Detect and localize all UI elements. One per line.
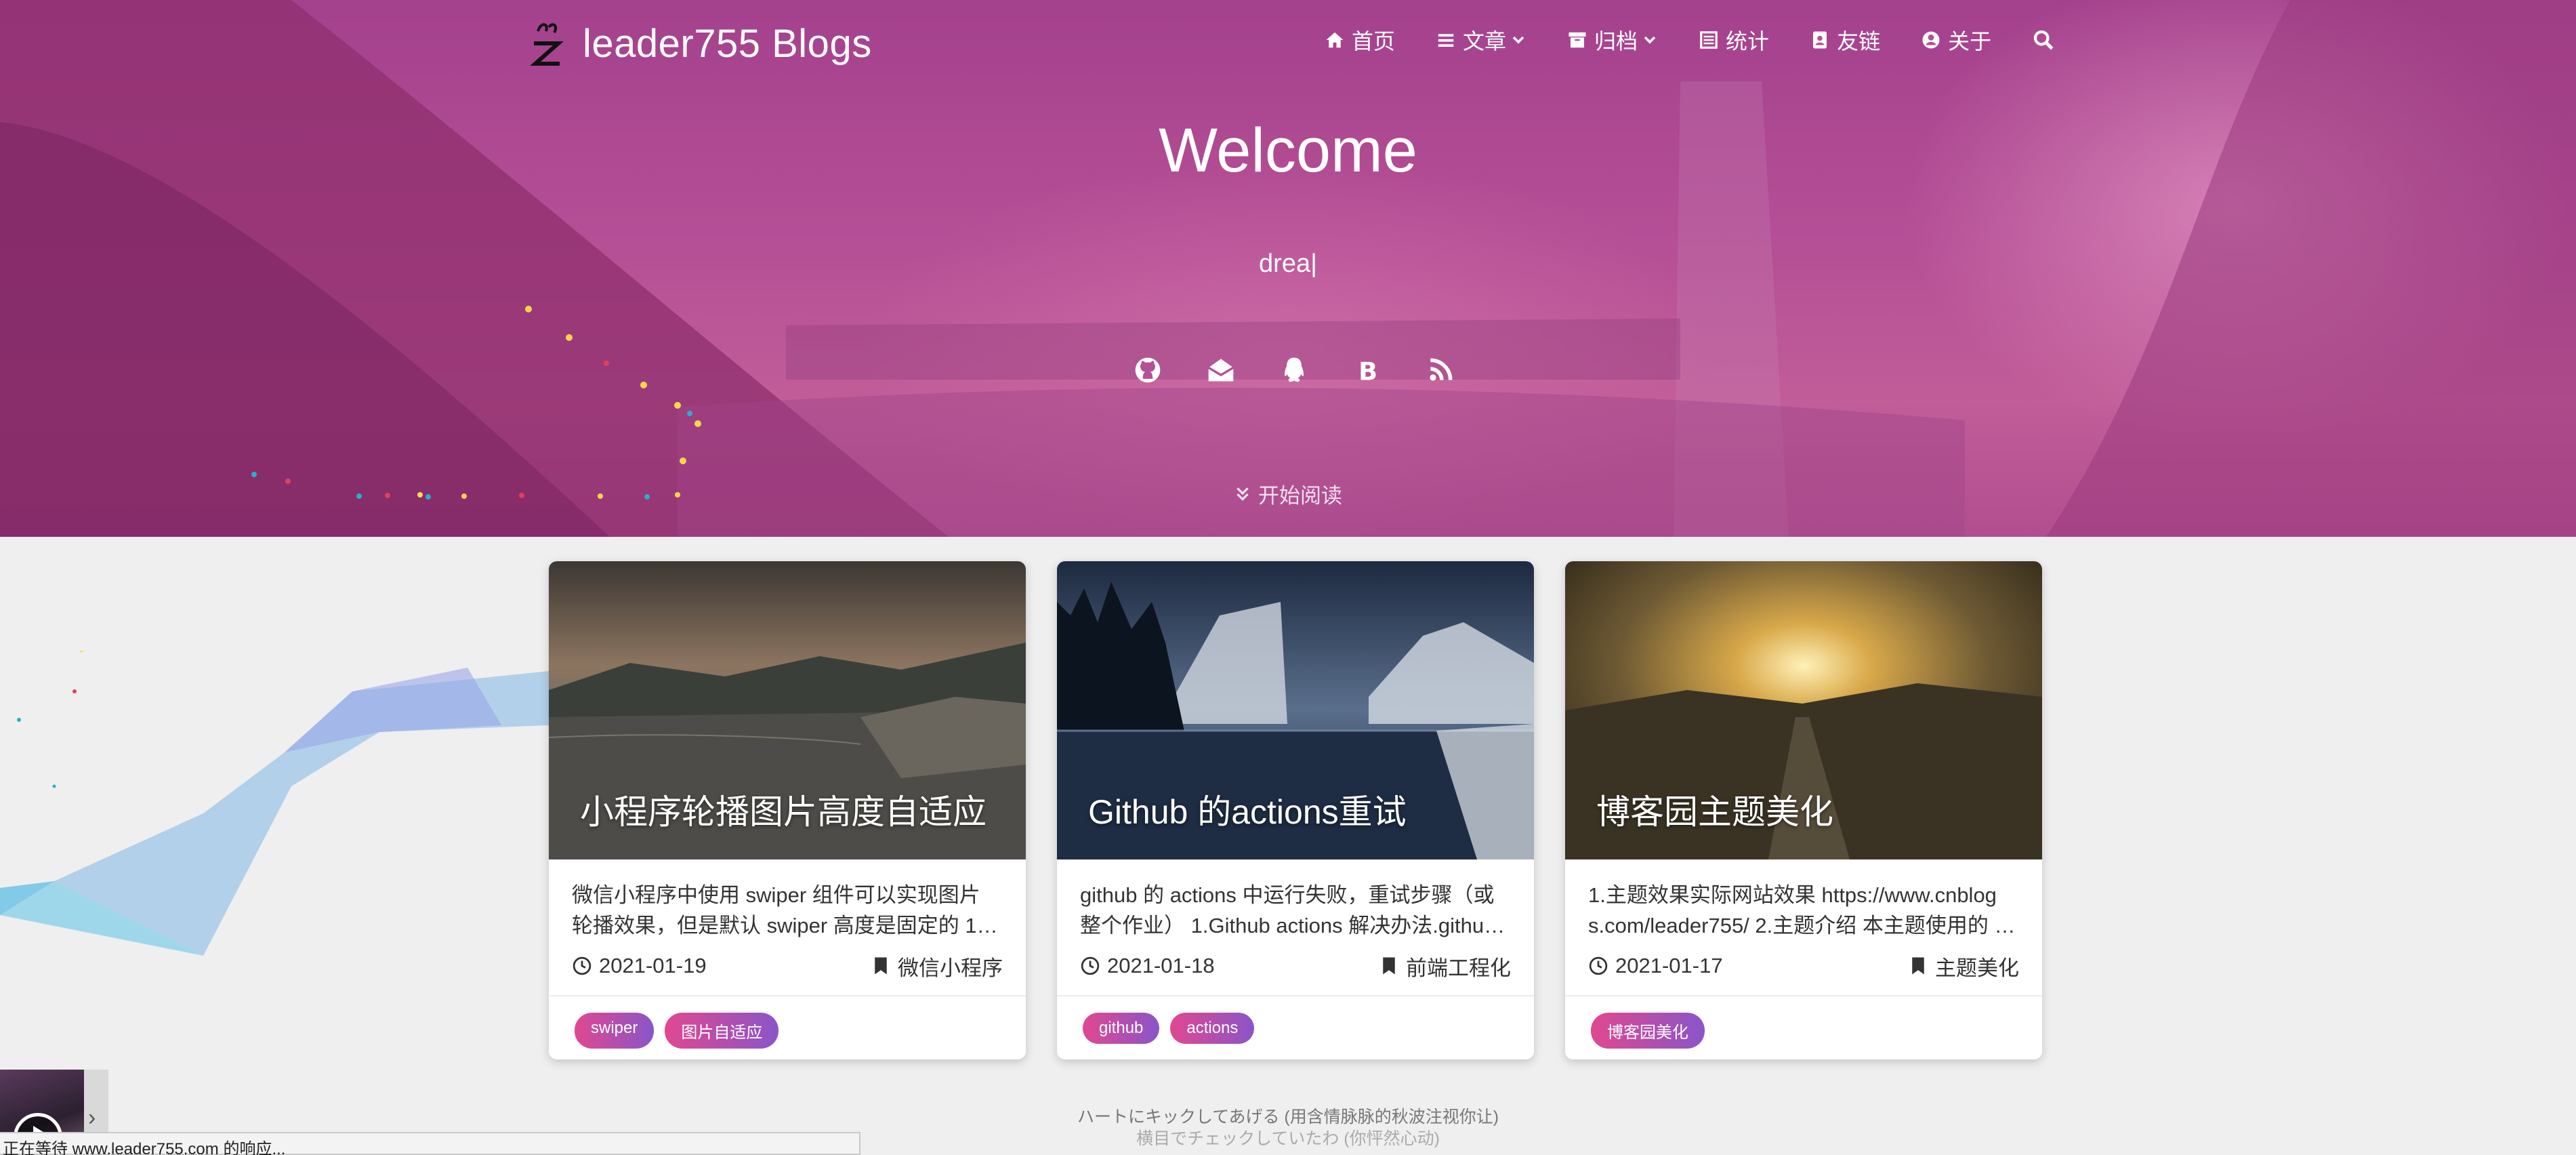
bilibili-link[interactable]: B [1352, 355, 1382, 385]
tag-badge[interactable]: 博客园美化 [1591, 1013, 1705, 1049]
archive-icon [1569, 32, 1586, 48]
post-excerpt: 微信小程序中使用 swiper 组件可以实现图片 轮播效果，但是默认 swipe… [549, 859, 1026, 941]
post-category-text[interactable]: 主题美化 [1935, 951, 2019, 981]
post-cover-image[interactable]: Github 的actions重试 [1057, 561, 1534, 859]
tag-badge[interactable]: 图片自适应 [665, 1013, 779, 1049]
search-button[interactable] [2032, 28, 2062, 52]
post-cover-image[interactable]: 博客园主题美化 [1565, 561, 2042, 859]
post-title[interactable]: Github 的actions重试 [1088, 785, 1407, 834]
hero-title: Welcome [1159, 116, 1417, 185]
post-excerpt: github 的 actions 中运行失败，重试步骤（或 整个作业） 1.Gi… [1057, 859, 1534, 941]
home-icon [1326, 32, 1344, 48]
post-tags: github actions [1057, 996, 1534, 1059]
post-date: 2021-01-19 [572, 954, 707, 978]
nav-articles[interactable]: 文章 [1436, 24, 1526, 56]
z-logo-icon [530, 23, 564, 66]
start-reading-button[interactable]: 开始阅读 [0, 479, 2576, 509]
svg-text:B: B [1358, 357, 1377, 385]
nav-about-label: 关于 [1948, 29, 1992, 54]
github-link[interactable] [1133, 355, 1163, 385]
post-category-text[interactable]: 前端工程化 [1406, 951, 1511, 981]
site-title: leader755 Blogs [583, 21, 872, 66]
post-category-text[interactable]: 微信小程序 [898, 951, 1003, 981]
post-excerpt-line: 微信小程序中使用 swiper 组件可以实现图片 [572, 883, 980, 907]
nav-archive[interactable]: 归档 [1567, 24, 1658, 56]
start-reading-label: 开始阅读 [1258, 484, 1342, 508]
clock-icon [1589, 956, 1608, 975]
user-circle-icon [1922, 31, 1940, 49]
clock-icon [573, 956, 591, 975]
nav-stats-label: 统计 [1726, 29, 1770, 54]
search-icon [2033, 30, 2054, 50]
bold-b-icon: B [1358, 357, 1377, 385]
tag-badge[interactable]: actions [1170, 1013, 1255, 1044]
clock-icon [1081, 956, 1100, 975]
chart-table-icon [1700, 31, 1718, 49]
post-meta: 2021-01-17 主题美化 [1565, 941, 2042, 983]
list-icon [1438, 34, 1454, 47]
post-title[interactable]: 博客园主题美化 [1596, 785, 1833, 834]
tag-badge[interactable]: github [1083, 1013, 1160, 1044]
main-nav: 首页 文章 归档 统计 友链 关于 [1325, 24, 2062, 56]
post-tags: 博客园美化 [1565, 996, 2042, 1059]
address-book-icon [1813, 31, 1827, 49]
post-date-text: 2021-01-17 [1615, 954, 1723, 977]
envelope-open-icon [1207, 359, 1234, 382]
chevron-down-icon [1512, 36, 1524, 44]
post-card[interactable]: 博客园主题美化 1.主题效果实际网站效果 https://www.cnblog … [1565, 561, 2042, 1059]
post-cover-image[interactable]: 小程序轮播图片高度自适应 [549, 561, 1026, 859]
post-card[interactable]: 小程序轮播图片高度自适应 微信小程序中使用 swiper 组件可以实现图片 轮播… [549, 561, 1026, 1059]
site-brand[interactable]: leader755 Blogs [528, 18, 872, 69]
nav-home-label: 首页 [1352, 29, 1396, 54]
post-title[interactable]: 小程序轮播图片高度自适应 [580, 785, 986, 834]
post-excerpt-line: s.com/leader755/ 2.主题介绍 本主题使用的 S ... [1588, 914, 2019, 937]
nav-archive-label: 归档 [1594, 29, 1638, 54]
post-card[interactable]: Github 的actions重试 github 的 actions 中运行失败… [1057, 561, 1534, 1059]
double-chevron-down-icon [1237, 487, 1249, 501]
browser-status-bar: 正在等待 www.leader755.com 的响应... [0, 1132, 860, 1155]
bookmark-icon [1912, 957, 1924, 975]
tag-badge[interactable]: swiper [575, 1013, 655, 1049]
post-excerpt-line: github 的 actions 中运行失败，重试步骤（或 [1080, 883, 1495, 907]
hero-banner: leader755 Blogs 首页 文章 归档 统计 友链 关于 Welcom… [0, 0, 2576, 537]
post-excerpt: 1.主题效果实际网站效果 https://www.cnblog s.com/le… [1565, 859, 2042, 941]
post-date: 2021-01-18 [1080, 954, 1215, 978]
post-date-text: 2021-01-19 [599, 954, 707, 977]
chevron-right-icon[interactable]: › [88, 1105, 96, 1131]
post-excerpt-line: 1.主题效果实际网站效果 https://www.cnblog [1588, 883, 1997, 907]
lyric-line: ハートにキックしてあげる (用含情脉脉的秋波注视你让) [1077, 1108, 1499, 1127]
nav-articles-label: 文章 [1463, 29, 1507, 54]
post-excerpt-line: 轮播效果，但是默认 swiper 高度是固定的 15 ... [572, 914, 1003, 937]
qq-link[interactable] [1279, 355, 1309, 385]
post-meta: 2021-01-19 微信小程序 [549, 941, 1026, 983]
nav-home[interactable]: 首页 [1325, 24, 1395, 56]
post-category[interactable]: 主题美化 [1908, 951, 2019, 981]
bookmark-icon [875, 957, 887, 975]
chevron-down-icon [1644, 36, 1656, 44]
nav-about[interactable]: 关于 [1921, 24, 1991, 56]
typed-text: drea| [1259, 249, 1317, 278]
rss-icon [1430, 358, 1453, 381]
github-icon [1135, 357, 1161, 383]
post-date: 2021-01-17 [1588, 954, 1723, 978]
decorative-ribbon [0, 651, 549, 956]
nav-friends[interactable]: 友链 [1810, 24, 1880, 56]
email-link[interactable] [1206, 355, 1236, 385]
post-category[interactable]: 微信小程序 [871, 951, 1003, 981]
post-category[interactable]: 前端工程化 [1379, 951, 1511, 981]
nav-stats[interactable]: 统计 [1699, 24, 1769, 56]
nav-friends-label: 友链 [1837, 29, 1881, 54]
qq-icon [1285, 357, 1304, 382]
post-tags: swiper 图片自适应 [549, 996, 1026, 1059]
social-links: B [1133, 355, 1455, 385]
post-meta: 2021-01-18 前端工程化 [1057, 941, 1534, 983]
rss-link[interactable] [1426, 355, 1455, 385]
post-date-text: 2021-01-18 [1107, 954, 1215, 977]
bookmark-icon [1383, 957, 1395, 975]
post-excerpt-line: 整个作业） 1.Github actions 解决办法.github ... [1080, 914, 1511, 937]
